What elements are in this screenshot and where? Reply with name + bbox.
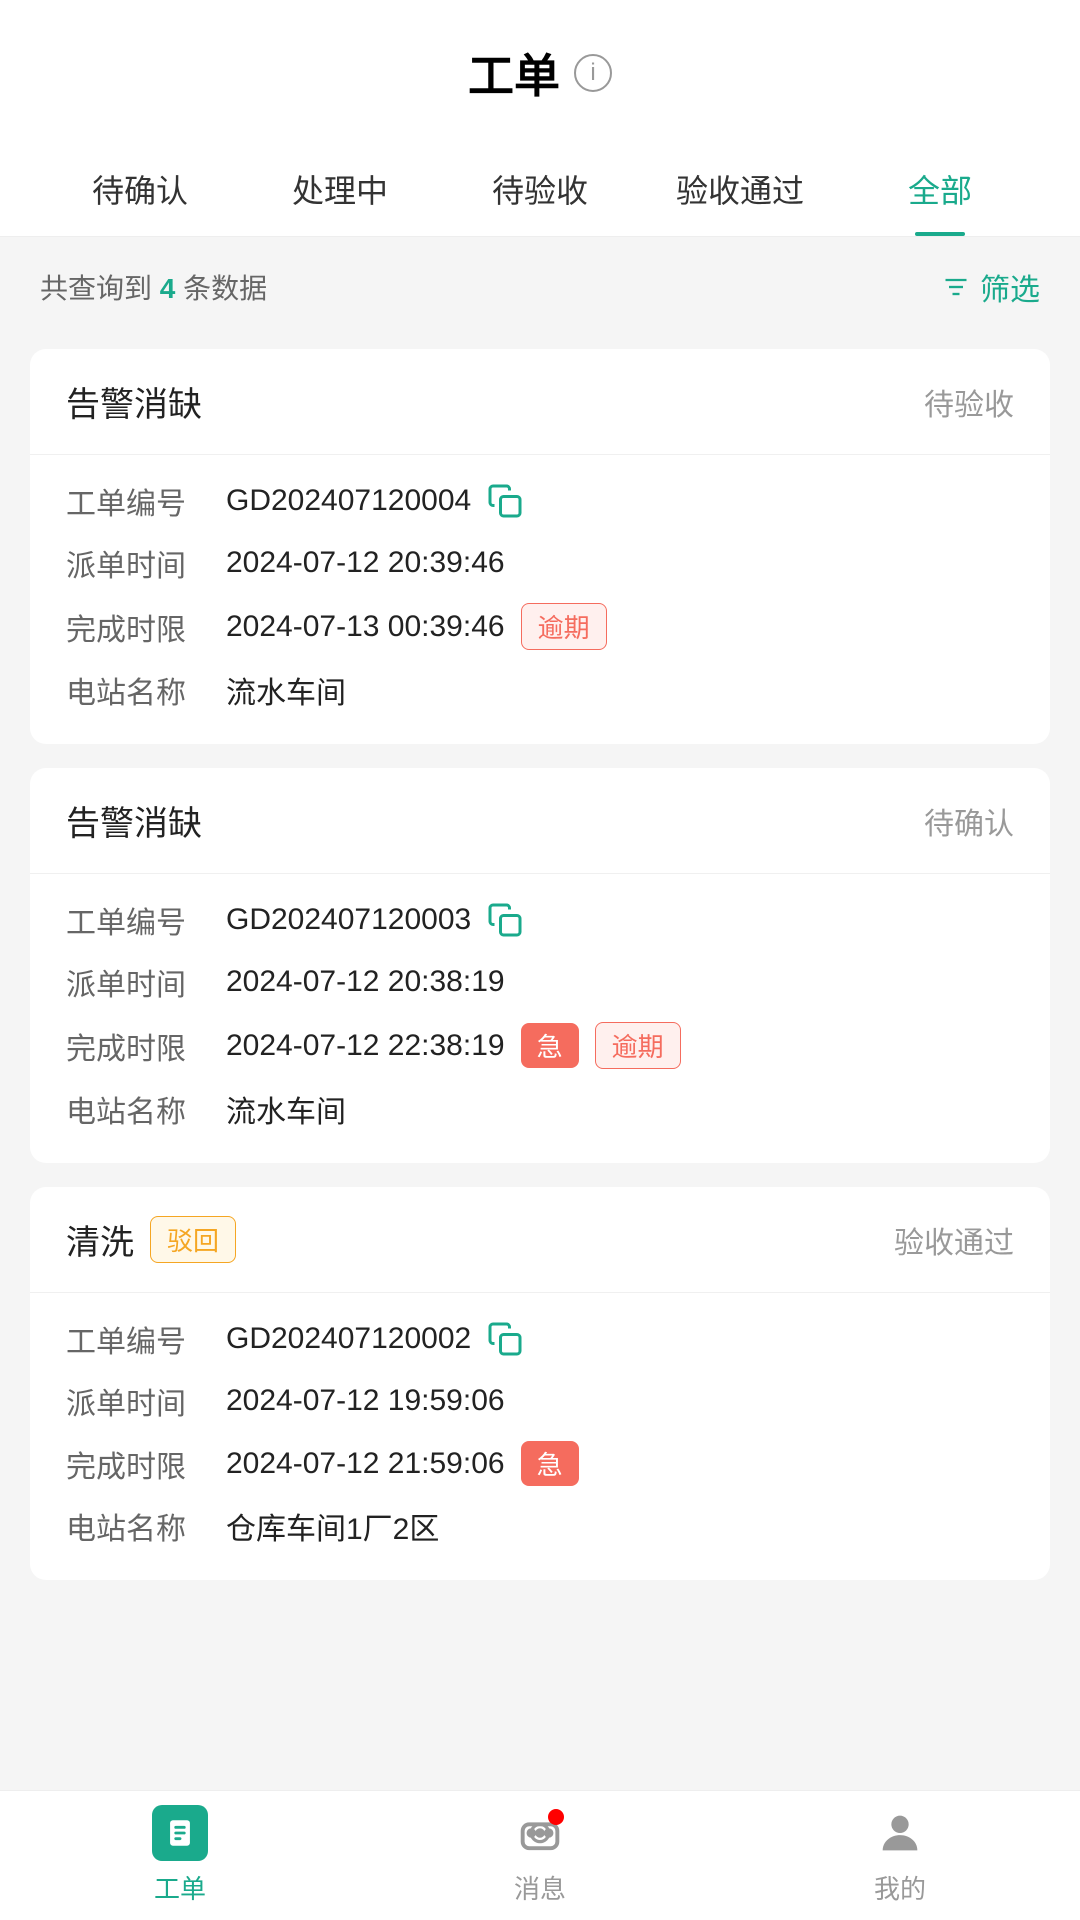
card-type: 告警消缺 <box>66 796 202 845</box>
page-header: 工单 i <box>0 0 1080 126</box>
tab-pending-confirm[interactable]: 待确认 <box>40 146 240 236</box>
deadline-row: 完成时限 2024-07-12 22:38:19 急 逾期 <box>66 1022 1014 1069</box>
nav-item-mine[interactable]: 我的 <box>720 1791 1080 1920</box>
tab-inspect-passed[interactable]: 验收通过 <box>640 146 840 236</box>
deadline-row: 完成时限 2024-07-12 21:59:06 急 <box>66 1441 1014 1486</box>
card-body: 工单编号 GD202407120002 派单时间 2024-07-12 19:5… <box>30 1293 1050 1580</box>
work-order-card[interactable]: 清洗 驳回 验收通过 工单编号 GD202407120002 派单时间 2024… <box>30 1187 1050 1580</box>
overdue-badge: 逾期 <box>521 603 607 650</box>
card-type: 清洗 驳回 <box>66 1215 236 1264</box>
order-number-row: 工单编号 GD202407120004 <box>66 479 1014 523</box>
nav-item-work[interactable]: 工单 <box>0 1791 360 1920</box>
card-status: 验收通过 <box>894 1218 1014 1262</box>
dispatch-time-row: 派单时间 2024-07-12 20:39:46 <box>66 541 1014 585</box>
copy-icon[interactable] <box>487 1321 523 1357</box>
work-order-card[interactable]: 告警消缺 待确认 工单编号 GD202407120003 派单时间 2024-0… <box>30 768 1050 1163</box>
deadline-row: 完成时限 2024-07-13 00:39:46 逾期 <box>66 603 1014 650</box>
tab-pending-inspect[interactable]: 待验收 <box>440 146 640 236</box>
order-number-row: 工单编号 GD202407120003 <box>66 898 1014 942</box>
card-type: 告警消缺 <box>66 377 202 426</box>
tab-bar: 待确认 处理中 待验收 验收通过 全部 <box>0 126 1080 237</box>
profile-icon <box>872 1805 928 1861</box>
summary-text: 共查询到 4 条数据 <box>40 267 267 307</box>
card-header: 告警消缺 待确认 <box>30 768 1050 874</box>
order-number-row: 工单编号 GD202407120002 <box>66 1317 1014 1361</box>
urgent-badge: 急 <box>521 1023 579 1068</box>
nav-message-label: 消息 <box>514 1869 566 1906</box>
bottom-nav: 工单 消息 我的 <box>0 1790 1080 1920</box>
filter-button[interactable]: 筛选 <box>940 265 1040 309</box>
summary-bar: 共查询到 4 条数据 筛选 <box>0 237 1080 337</box>
copy-icon[interactable] <box>487 902 523 938</box>
station-row: 电站名称 仓库车间1厂2区 <box>66 1504 1014 1548</box>
station-row: 电站名称 流水车间 <box>66 668 1014 712</box>
card-header: 清洗 驳回 验收通过 <box>30 1187 1050 1293</box>
nav-work-label: 工单 <box>154 1869 206 1906</box>
work-order-card[interactable]: 告警消缺 待验收 工单编号 GD202407120004 派单时间 2024-0… <box>30 349 1050 744</box>
message-icon <box>512 1805 568 1861</box>
nav-item-message[interactable]: 消息 <box>360 1791 720 1920</box>
work-order-icon <box>152 1805 208 1861</box>
tab-all[interactable]: 全部 <box>840 146 1040 236</box>
tab-processing[interactable]: 处理中 <box>240 146 440 236</box>
info-icon[interactable]: i <box>574 54 612 92</box>
dispatch-time-row: 派单时间 2024-07-12 20:38:19 <box>66 960 1014 1004</box>
copy-icon[interactable] <box>487 483 523 519</box>
overdue-badge: 逾期 <box>595 1022 681 1069</box>
card-header: 告警消缺 待验收 <box>30 349 1050 455</box>
message-dot <box>548 1809 564 1825</box>
card-status: 待确认 <box>924 799 1014 843</box>
dispatch-time-row: 派单时间 2024-07-12 19:59:06 <box>66 1379 1014 1423</box>
card-status: 待验收 <box>924 380 1014 424</box>
card-body: 工单编号 GD202407120004 派单时间 2024-07-12 20:3… <box>30 455 1050 744</box>
cards-list: 告警消缺 待验收 工单编号 GD202407120004 派单时间 2024-0… <box>0 337 1080 1754</box>
rejected-badge: 驳回 <box>150 1216 236 1263</box>
card-body: 工单编号 GD202407120003 派单时间 2024-07-12 20:3… <box>30 874 1050 1163</box>
nav-mine-label: 我的 <box>874 1869 926 1906</box>
filter-icon <box>940 273 972 301</box>
urgent-badge: 急 <box>521 1441 579 1486</box>
page-title: 工单 i <box>468 40 612 106</box>
station-row: 电站名称 流水车间 <box>66 1087 1014 1131</box>
